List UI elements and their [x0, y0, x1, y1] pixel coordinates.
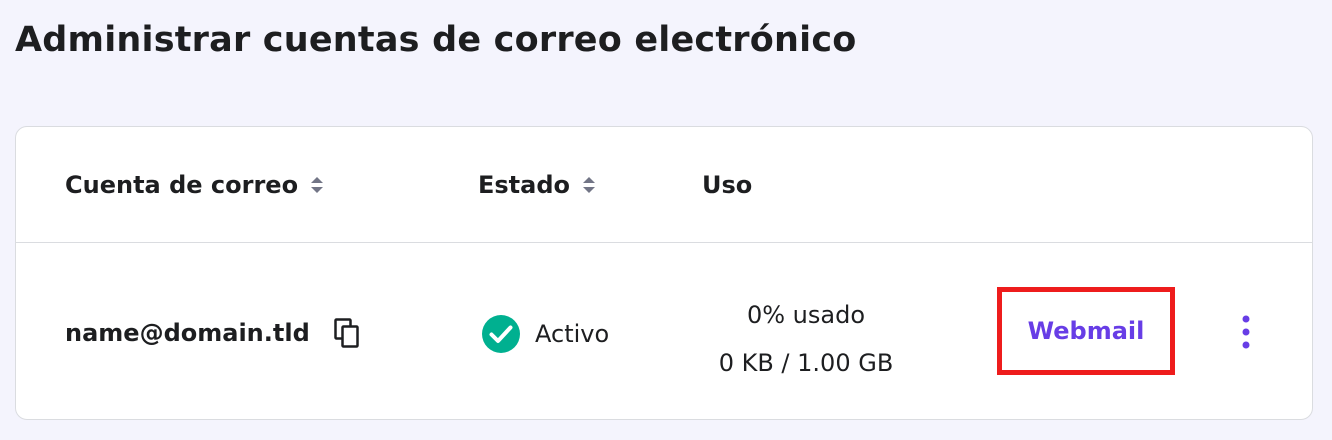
column-header-usage: Uso: [702, 171, 752, 199]
column-header-email[interactable]: Cuenta de correo: [65, 171, 324, 199]
column-header-status-label: Estado: [478, 171, 571, 199]
copy-icon[interactable]: [334, 318, 360, 348]
column-header-email-label: Cuenta de correo: [65, 171, 299, 199]
email-cell: name@domain.tld: [65, 318, 360, 348]
column-header-status[interactable]: Estado: [478, 171, 596, 199]
column-header-usage-label: Uso: [702, 171, 753, 199]
usage-amount: 0 KB / 1.00 GB: [718, 349, 894, 377]
sort-icon[interactable]: [582, 175, 596, 195]
more-vertical-icon[interactable]: [1236, 313, 1256, 353]
email-address: name@domain.tld: [65, 319, 310, 347]
check-circle-icon: [482, 315, 520, 353]
usage-cell: 0% usado 0 KB / 1.00 GB: [706, 291, 906, 387]
sort-icon[interactable]: [310, 175, 324, 195]
table-row: name@domain.tld Activo 0% usado 0 KB / 1…: [16, 243, 1312, 420]
webmail-button[interactable]: Webmail: [997, 287, 1175, 375]
page-title: Administrar cuentas de correo electrónic…: [15, 20, 857, 60]
status-label: Activo: [535, 320, 610, 348]
table-header: Cuenta de correo Estado Uso: [16, 127, 1312, 243]
status-cell: Activo: [481, 314, 609, 354]
email-accounts-table: Cuenta de correo Estado Uso name@domain.…: [15, 126, 1313, 420]
usage-percent: 0% usado: [746, 301, 866, 329]
